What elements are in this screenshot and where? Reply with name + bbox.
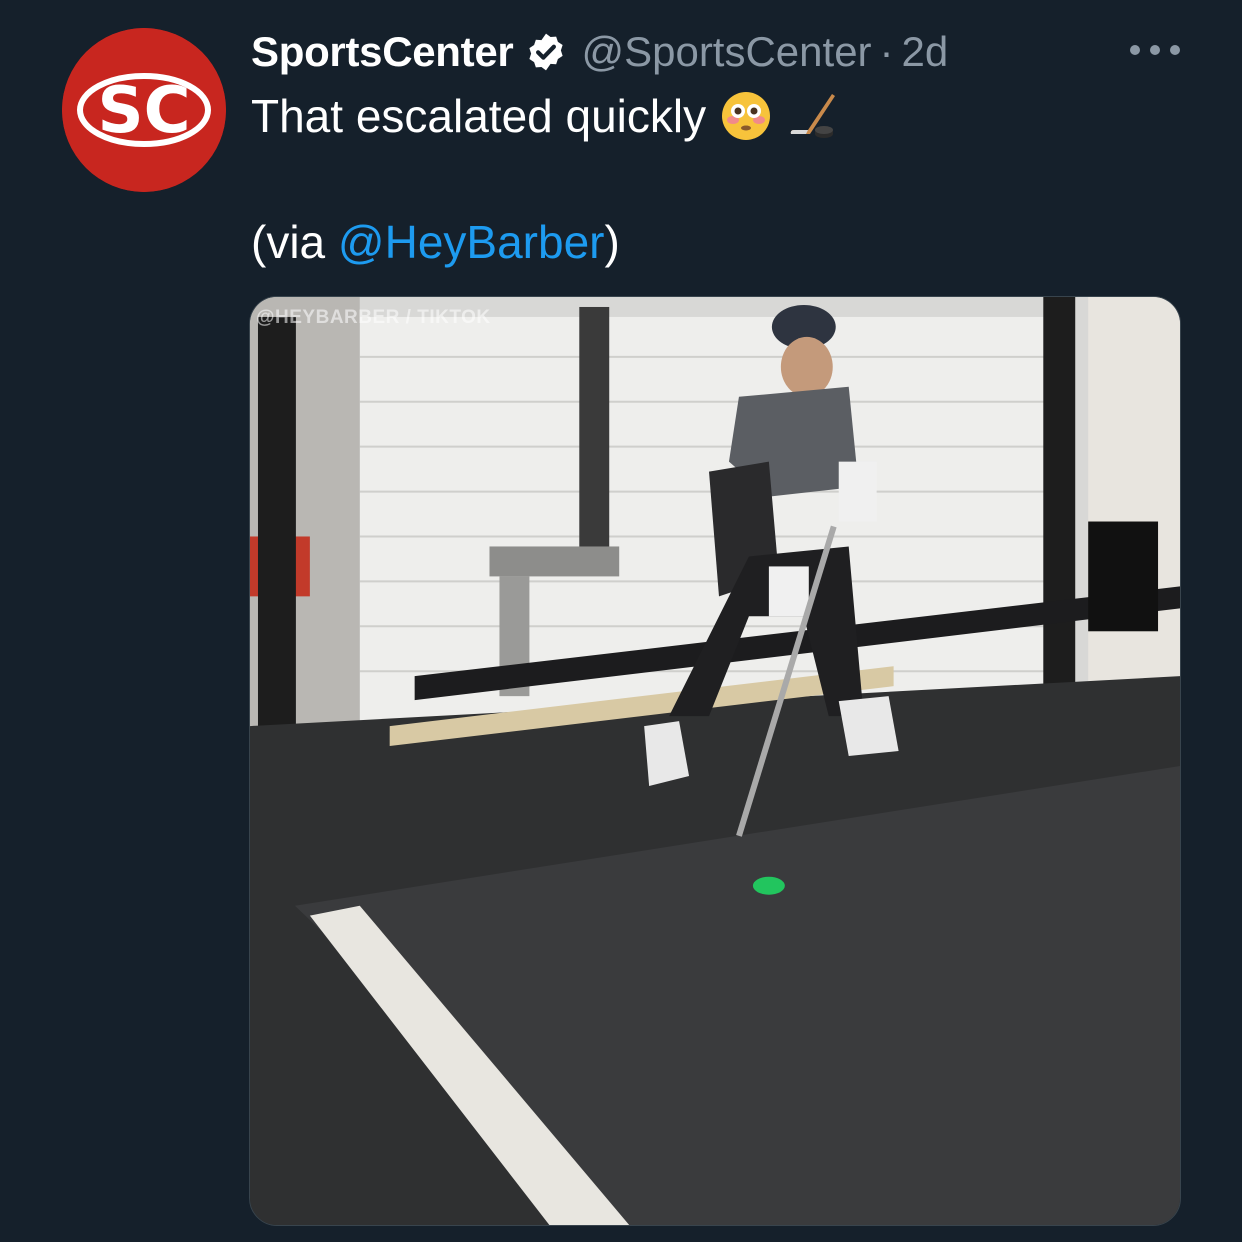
avatar[interactable]: SC <box>62 28 226 192</box>
avatar-lettering: SC <box>97 74 190 148</box>
separator-dot: · <box>879 28 894 75</box>
sportscenter-logo: SC <box>62 28 226 192</box>
author-name[interactable]: SportsCenter <box>251 28 514 76</box>
via-mention-link[interactable]: @HeyBarber <box>338 216 605 268</box>
via-close: ) <box>604 216 620 268</box>
verified-badge-icon <box>525 31 567 73</box>
via-line: (via @HeyBarber) <box>251 214 620 270</box>
video-frame <box>250 297 1180 1225</box>
flushed-face-icon <box>720 90 772 142</box>
tweet[interactable]: SC SportsCenter @SportsCenter · 2d That … <box>0 0 1242 1242</box>
video-watermark: @HEYBARBER / TIKTOK <box>256 307 491 328</box>
timestamp[interactable]: 2d <box>902 28 949 76</box>
video-media[interactable]: @HEYBARBER / TIKTOK <box>249 296 1181 1226</box>
tweet-text-body: That escalated quickly <box>251 90 707 142</box>
tweet-header: SportsCenter @SportsCenter · 2d <box>251 24 948 80</box>
ice-hockey-icon <box>786 90 838 142</box>
author-handle[interactable]: @SportsCenter <box>581 28 871 76</box>
via-open: (via <box>251 216 338 268</box>
tweet-text: That escalated quickly <box>251 88 838 144</box>
more-options-icon[interactable] <box>1130 30 1180 70</box>
